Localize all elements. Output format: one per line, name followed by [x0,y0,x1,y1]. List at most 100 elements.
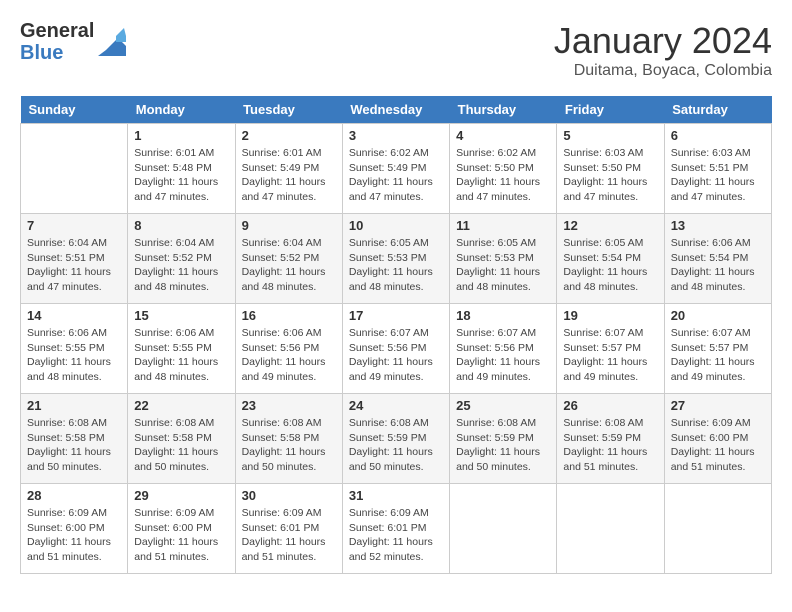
calendar-cell [557,484,664,574]
calendar-cell [21,124,128,214]
day-info: Sunrise: 6:09 AM Sunset: 6:00 PM Dayligh… [27,506,121,565]
calendar-cell: 30 Sunrise: 6:09 AM Sunset: 6:01 PM Dayli… [235,484,342,574]
day-info: Sunrise: 6:05 AM Sunset: 5:53 PM Dayligh… [456,236,550,295]
calendar-cell: 6 Sunrise: 6:03 AM Sunset: 5:51 PM Daylig… [664,124,771,214]
calendar-cell: 23 Sunrise: 6:08 AM Sunset: 5:58 PM Dayli… [235,394,342,484]
calendar-cell: 20 Sunrise: 6:07 AM Sunset: 5:57 PM Dayli… [664,304,771,394]
day-number: 9 [242,218,336,233]
calendar-cell: 1 Sunrise: 6:01 AM Sunset: 5:48 PM Daylig… [128,124,235,214]
week-row-4: 21 Sunrise: 6:08 AM Sunset: 5:58 PM Dayli… [21,394,772,484]
week-row-1: 1 Sunrise: 6:01 AM Sunset: 5:48 PM Daylig… [21,124,772,214]
calendar-cell: 28Sunrise: 6:09 AM Sunset: 6:00 PM Dayli… [21,484,128,574]
day-info: Sunrise: 6:08 AM Sunset: 5:58 PM Dayligh… [242,416,336,475]
day-info: Sunrise: 6:05 AM Sunset: 5:54 PM Dayligh… [563,236,657,295]
calendar-cell: 18 Sunrise: 6:07 AM Sunset: 5:56 PM Dayli… [450,304,557,394]
day-number: 12 [563,218,657,233]
day-info: Sunrise: 6:03 AM Sunset: 5:51 PM Dayligh… [671,146,765,205]
calendar-cell: 9 Sunrise: 6:04 AM Sunset: 5:52 PM Daylig… [235,214,342,304]
calendar-table: SundayMondayTuesdayWednesdayThursdayFrid… [20,96,772,574]
day-number: 21 [27,398,121,413]
logo: General Blue [20,20,126,64]
calendar-cell: 24 Sunrise: 6:08 AM Sunset: 5:59 PM Dayli… [342,394,449,484]
weekday-header-thursday: Thursday [450,96,557,124]
day-number: 7 [27,218,121,233]
page-header: General Blue January 2024 Duitama, Boyac… [20,20,772,80]
calendar-cell: 19 Sunrise: 6:07 AM Sunset: 5:57 PM Dayli… [557,304,664,394]
day-info: Sunrise: 6:05 AM Sunset: 5:53 PM Dayligh… [349,236,443,295]
week-row-3: 14Sunrise: 6:06 AM Sunset: 5:55 PM Dayli… [21,304,772,394]
day-number: 20 [671,308,765,323]
calendar-cell: 12 Sunrise: 6:05 AM Sunset: 5:54 PM Dayli… [557,214,664,304]
day-number: 18 [456,308,550,323]
day-info: Sunrise: 6:07 AM Sunset: 5:56 PM Dayligh… [456,326,550,385]
day-info: Sunrise: 6:03 AM Sunset: 5:50 PM Dayligh… [563,146,657,205]
day-number: 11 [456,218,550,233]
calendar-cell: 31Sunrise: 6:09 AM Sunset: 6:01 PM Dayli… [342,484,449,574]
day-info: Sunrise: 6:08 AM Sunset: 5:59 PM Dayligh… [456,416,550,475]
day-info: Sunrise: 6:04 AM Sunset: 5:52 PM Dayligh… [242,236,336,295]
day-number: 1 [134,128,228,143]
day-info: Sunrise: 6:08 AM Sunset: 5:59 PM Dayligh… [349,416,443,475]
calendar-cell: 22Sunrise: 6:08 AM Sunset: 5:58 PM Dayli… [128,394,235,484]
location-title: Duitama, Boyaca, Colombia [554,62,772,80]
calendar-cell [664,484,771,574]
day-info: Sunrise: 6:07 AM Sunset: 5:57 PM Dayligh… [671,326,765,385]
calendar-cell: 11 Sunrise: 6:05 AM Sunset: 5:53 PM Dayli… [450,214,557,304]
calendar-cell: 7 Sunrise: 6:04 AM Sunset: 5:51 PM Daylig… [21,214,128,304]
calendar-cell: 3Sunrise: 6:02 AM Sunset: 5:49 PM Daylig… [342,124,449,214]
calendar-cell: 25Sunrise: 6:08 AM Sunset: 5:59 PM Dayli… [450,394,557,484]
day-number: 24 [349,398,443,413]
day-number: 5 [563,128,657,143]
day-number: 2 [242,128,336,143]
month-title: January 2024 [554,20,772,62]
day-info: Sunrise: 6:09 AM Sunset: 6:01 PM Dayligh… [349,506,443,565]
calendar-cell: 8Sunrise: 6:04 AM Sunset: 5:52 PM Daylig… [128,214,235,304]
day-number: 27 [671,398,765,413]
calendar-cell: 27 Sunrise: 6:09 AM Sunset: 6:00 PM Dayli… [664,394,771,484]
day-info: Sunrise: 6:09 AM Sunset: 6:00 PM Dayligh… [134,506,228,565]
weekday-header-sunday: Sunday [21,96,128,124]
day-info: Sunrise: 6:06 AM Sunset: 5:55 PM Dayligh… [134,326,228,385]
weekday-header-monday: Monday [128,96,235,124]
weekday-header-row: SundayMondayTuesdayWednesdayThursdayFrid… [21,96,772,124]
day-info: Sunrise: 6:06 AM Sunset: 5:56 PM Dayligh… [242,326,336,385]
calendar-cell: 13 Sunrise: 6:06 AM Sunset: 5:54 PM Dayli… [664,214,771,304]
logo-icon [98,28,126,56]
day-number: 15 [134,308,228,323]
day-number: 19 [563,308,657,323]
day-info: Sunrise: 6:04 AM Sunset: 5:51 PM Dayligh… [27,236,121,295]
day-info: Sunrise: 6:07 AM Sunset: 5:57 PM Dayligh… [563,326,657,385]
day-number: 8 [134,218,228,233]
day-info: Sunrise: 6:08 AM Sunset: 5:59 PM Dayligh… [563,416,657,475]
calendar-cell: 26 Sunrise: 6:08 AM Sunset: 5:59 PM Dayli… [557,394,664,484]
day-info: Sunrise: 6:06 AM Sunset: 5:54 PM Dayligh… [671,236,765,295]
calendar-cell: 21Sunrise: 6:08 AM Sunset: 5:58 PM Dayli… [21,394,128,484]
title-section: January 2024 Duitama, Boyaca, Colombia [554,20,772,80]
day-number: 17 [349,308,443,323]
weekday-header-friday: Friday [557,96,664,124]
day-info: Sunrise: 6:09 AM Sunset: 6:01 PM Dayligh… [242,506,336,565]
day-number: 13 [671,218,765,233]
calendar-cell: 15 Sunrise: 6:06 AM Sunset: 5:55 PM Dayli… [128,304,235,394]
weekday-header-tuesday: Tuesday [235,96,342,124]
day-number: 30 [242,488,336,503]
day-number: 26 [563,398,657,413]
logo-blue-text: Blue [20,42,94,64]
day-info: Sunrise: 6:01 AM Sunset: 5:49 PM Dayligh… [242,146,336,205]
day-info: Sunrise: 6:08 AM Sunset: 5:58 PM Dayligh… [134,416,228,475]
week-row-5: 28Sunrise: 6:09 AM Sunset: 6:00 PM Dayli… [21,484,772,574]
calendar-cell: 16Sunrise: 6:06 AM Sunset: 5:56 PM Dayli… [235,304,342,394]
calendar-cell: 5 Sunrise: 6:03 AM Sunset: 5:50 PM Daylig… [557,124,664,214]
day-number: 3 [349,128,443,143]
day-number: 23 [242,398,336,413]
day-number: 29 [134,488,228,503]
weekday-header-saturday: Saturday [664,96,771,124]
day-info: Sunrise: 6:01 AM Sunset: 5:48 PM Dayligh… [134,146,228,205]
day-number: 6 [671,128,765,143]
calendar-cell: 4Sunrise: 6:02 AM Sunset: 5:50 PM Daylig… [450,124,557,214]
day-info: Sunrise: 6:09 AM Sunset: 6:00 PM Dayligh… [671,416,765,475]
weekday-header-wednesday: Wednesday [342,96,449,124]
calendar-cell [450,484,557,574]
week-row-2: 7 Sunrise: 6:04 AM Sunset: 5:51 PM Daylig… [21,214,772,304]
day-info: Sunrise: 6:06 AM Sunset: 5:55 PM Dayligh… [27,326,121,385]
